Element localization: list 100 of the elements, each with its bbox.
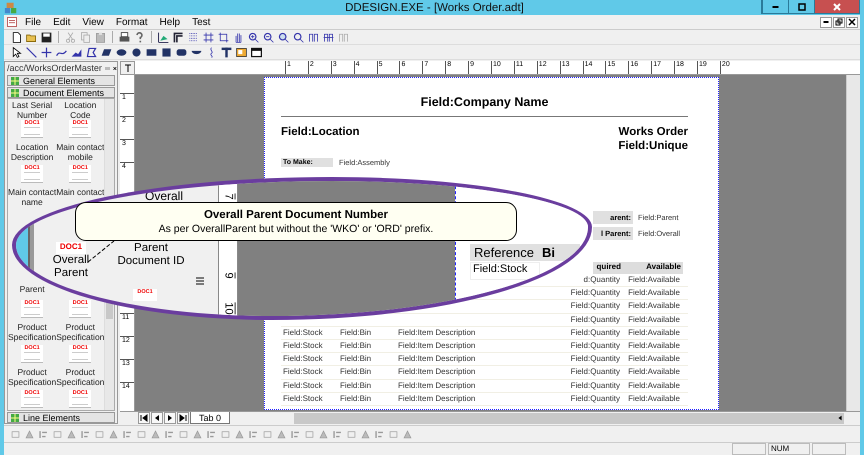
table-cell[interactable]: Field:Item Description [396, 366, 476, 378]
last-page-icon[interactable] [177, 412, 189, 424]
menu-item[interactable]: File [20, 16, 46, 28]
table-cell[interactable]: Field:Available [626, 380, 683, 392]
table-cell[interactable]: Field:Quantity [568, 326, 623, 339]
polygon-icon[interactable] [85, 46, 98, 58]
element-label[interactable]: Location Code [56, 100, 104, 120]
menu-item[interactable]: Help [154, 16, 186, 28]
text-tool-icon[interactable] [220, 46, 233, 58]
grip-handle[interactable] [104, 66, 110, 70]
scrollbar[interactable] [846, 75, 860, 411]
element-label[interactable]: Main contact name [8, 187, 56, 207]
menu-item[interactable]: View [77, 16, 109, 28]
layout-icon[interactable] [172, 30, 185, 44]
image-icon[interactable] [235, 46, 248, 58]
table-cell[interactable]: Field:Quantity [568, 314, 623, 326]
element-label[interactable]: Location Description [8, 142, 56, 162]
table-cell[interactable]: Field:Quantity [568, 300, 623, 313]
table-cell[interactable]: Field:Bin [338, 326, 372, 339]
table-cell[interactable]: Field:Quantity [568, 353, 623, 366]
element-label[interactable]: Product Specification [8, 367, 56, 387]
table-cell[interactable]: Field:Item Description [396, 392, 476, 405]
table-cell[interactable]: Field:Available [626, 326, 683, 339]
table-cell[interactable]: Field:Quantity [568, 380, 623, 392]
clipboard-icon[interactable] [94, 30, 107, 44]
group-header[interactable]: Document Elements [7, 87, 115, 98]
column-header[interactable]: quired [592, 262, 623, 274]
save-icon[interactable] [40, 30, 53, 44]
table-cell[interactable]: Field:Quantity [568, 340, 623, 352]
table-cell[interactable]: Field:Available [626, 353, 683, 366]
document-heading[interactable]: Works Order [618, 125, 688, 139]
table-cell[interactable]: Field:Bin [338, 353, 372, 366]
element-label[interactable]: Main contact mobile [56, 142, 104, 162]
printer-icon[interactable] [118, 30, 131, 44]
table-cell[interactable]: d:Quantity [582, 274, 623, 286]
zoom-in-icon[interactable] [247, 30, 260, 44]
table-cell[interactable]: Field:Bin [338, 380, 372, 392]
menu-item[interactable]: Format [110, 16, 153, 28]
plus-icon[interactable] [40, 46, 53, 58]
menu-item[interactable]: Edit [48, 16, 76, 28]
table-cell[interactable]: Field:Stock [281, 353, 323, 366]
table-cell[interactable]: Field:Available [626, 274, 683, 286]
menu-item[interactable]: Test [187, 16, 216, 28]
pointer-icon[interactable] [10, 46, 23, 58]
table-cell[interactable]: Field:Available [626, 366, 683, 378]
element-label[interactable]: Parent [20, 284, 45, 294]
table-cell[interactable]: Field:Available [626, 300, 683, 313]
next-icon[interactable] [164, 412, 176, 424]
left-arrow-icon[interactable] [836, 414, 844, 422]
minimize-button[interactable] [820, 16, 832, 28]
close-icon[interactable] [113, 64, 117, 72]
table-cell[interactable]: Field:Stock [281, 326, 323, 339]
zoom-icon[interactable] [292, 30, 305, 44]
table-cell[interactable]: Field:Available [626, 314, 683, 326]
table-cell[interactable]: Field:Available [626, 287, 683, 300]
table-cell[interactable]: Field:Quantity [568, 287, 623, 300]
table-cell[interactable]: Field:Bin [338, 366, 372, 378]
close-button[interactable] [846, 16, 858, 28]
element-label[interactable]: Product Specification [56, 322, 104, 342]
sheet-tab[interactable]: Tab 0 [190, 412, 230, 424]
unique-id-field[interactable]: Field:Unique [618, 139, 688, 153]
previous-icon[interactable] [151, 412, 163, 424]
crop-icon[interactable] [217, 30, 230, 44]
table-cell[interactable]: Field:Bin [338, 392, 372, 405]
element-label[interactable]: Last Serial Number [8, 100, 56, 120]
element-label[interactable]: Product Specification [8, 322, 56, 342]
table-cell[interactable]: Field:Stock [281, 380, 323, 392]
ruler-corner-button[interactable] [120, 61, 135, 75]
chart-icon[interactable] [157, 30, 170, 44]
element-label[interactable]: Main contact [56, 187, 104, 197]
new-file-icon[interactable] [10, 30, 23, 44]
zoom-page-icon[interactable] [277, 30, 290, 44]
table-cell[interactable]: Field:Item Description [396, 340, 476, 352]
company-name-field[interactable]: Field:Company Name [281, 94, 688, 110]
table-cell[interactable]: Field:Stock [281, 366, 323, 378]
location-field[interactable]: Field:Location [281, 125, 360, 153]
restore-button[interactable] [833, 16, 845, 28]
frame-icon[interactable] [250, 46, 263, 58]
square-icon[interactable] [160, 46, 173, 58]
table-cell[interactable]: Field:Item Description [396, 353, 476, 366]
grid-icon[interactable] [187, 30, 200, 44]
group-header[interactable]: General Elements [7, 75, 115, 86]
circle-icon[interactable] [130, 46, 143, 58]
table-cell[interactable]: Field:Stock [281, 392, 323, 405]
table-cell[interactable]: Field:Available [626, 392, 683, 405]
element-label[interactable]: Product Specification [56, 367, 104, 387]
table-cell[interactable]: Field:Item Description [396, 326, 476, 339]
horizontal-scrollbar[interactable] [294, 412, 844, 424]
column-header[interactable]: Available [623, 262, 683, 274]
table-cell[interactable]: Field:Item Description [396, 380, 476, 392]
table-cell[interactable]: Field:Quantity [568, 366, 623, 378]
group-header[interactable]: Line Elements [7, 412, 115, 423]
table-cell[interactable]: Field:Available [626, 340, 683, 352]
first-page-icon[interactable] [138, 412, 150, 424]
line-icon[interactable] [25, 46, 38, 58]
snap-icon[interactable] [202, 30, 215, 44]
table-cell[interactable]: Field:Quantity [568, 392, 623, 405]
table-cell[interactable]: Field:Stock [281, 340, 323, 352]
zoom-out-icon[interactable] [262, 30, 275, 44]
table-cell[interactable]: Field:Bin [338, 340, 372, 352]
